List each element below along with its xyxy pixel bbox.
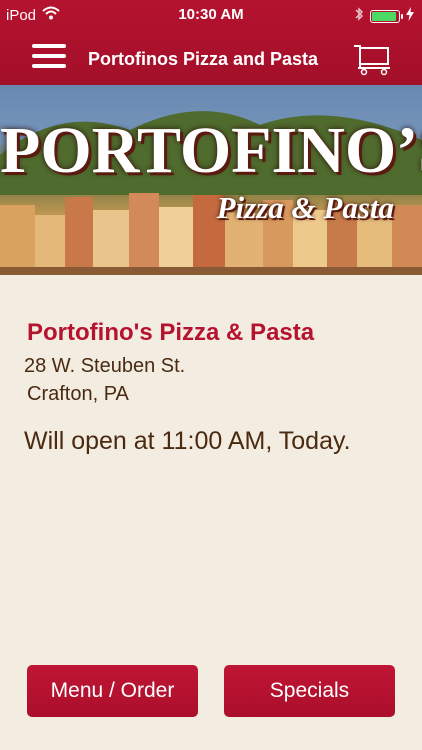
app-header: iPod 10:30 AM Portofinos Pizza and Pasta bbox=[0, 0, 422, 85]
restaurant-logo: PORTOFINO’S bbox=[0, 114, 422, 187]
restaurant-logo-subtitle: Pizza & Pasta bbox=[216, 190, 394, 225]
menu-order-button[interactable]: Menu / Order bbox=[27, 665, 198, 717]
shopping-cart-icon[interactable] bbox=[352, 42, 392, 76]
status-bar: iPod 10:30 AM bbox=[0, 0, 422, 30]
store-name: Portofino's Pizza & Pasta bbox=[27, 319, 315, 346]
store-hours-status: Will open at 11:00 AM, Today. bbox=[24, 427, 351, 455]
store-address-line2: Crafton, PA bbox=[27, 383, 129, 405]
status-right bbox=[354, 6, 414, 26]
hamburger-menu-icon[interactable] bbox=[30, 42, 70, 72]
battery-icon bbox=[370, 9, 403, 23]
bluetooth-icon bbox=[354, 6, 364, 26]
charging-icon bbox=[406, 7, 414, 25]
nav-bar: Portofinos Pizza and Pasta bbox=[0, 34, 422, 84]
store-address-line1: 28 W. Steuben St. bbox=[24, 355, 186, 377]
specials-button[interactable]: Specials bbox=[224, 665, 395, 717]
restaurant-banner: PORTOFINO’S Pizza & Pasta bbox=[0, 85, 422, 275]
page-title: Portofinos Pizza and Pasta bbox=[88, 49, 319, 69]
